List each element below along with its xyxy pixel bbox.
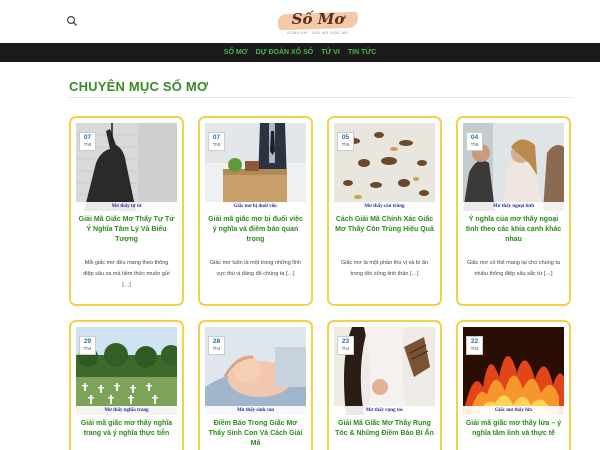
post-card[interactable]: 04 Th5 Mơ thấy ngoại tình Ý nghĩa của mơ…: [456, 116, 571, 306]
post-thumbnail[interactable]: 07 Th5 Mơ thấy tự tử: [76, 123, 177, 211]
post-card[interactable]: 28 Th4 Mơ thấy sinh con Điềm Báo Trong G…: [198, 320, 313, 450]
date-month: Th4: [470, 345, 479, 351]
date-month: Th5: [341, 141, 350, 147]
post-card[interactable]: 05 Th5 Mơ thấy côn trùng Cách Giải Mã Ch…: [327, 116, 442, 306]
site-logo[interactable]: Số Mơ SOMO.VN · GIẢI MÃ GIẤC MƠ: [276, 8, 360, 38]
date-month: Th5: [83, 141, 92, 147]
date-badge: 05 Th5: [337, 132, 354, 151]
image-caption: Giấc mơ thấy lửa: [463, 406, 564, 415]
date-month: Th4: [83, 345, 92, 351]
logo-tagline: SOMO.VN · GIẢI MÃ GIẤC MƠ: [287, 31, 349, 35]
date-day: 29: [83, 338, 92, 345]
date-badge: 07 Th5: [79, 132, 96, 151]
date-badge: 29 Th4: [79, 336, 96, 355]
post-thumbnail[interactable]: 05 Th5 Mơ thấy côn trùng: [334, 123, 435, 211]
post-title[interactable]: Giải mã giấc mơ thấy nghĩa trang và ý ng…: [77, 419, 176, 439]
logo-text: Số Mơ: [291, 10, 345, 28]
nav-item-du-doan-xo-so[interactable]: DỰ ĐOÁN XỔ SỐ: [256, 49, 314, 56]
nav-item-so-mo[interactable]: SỐ MƠ: [224, 49, 248, 56]
post-thumbnail[interactable]: 22 Th4 Giấc mơ thấy lửa: [463, 327, 564, 415]
date-day: 07: [212, 134, 221, 141]
date-badge: 28 Th4: [208, 336, 225, 355]
post-card[interactable]: 22 Th4 Giấc mơ thấy lửa Giải mã giấc mơ …: [456, 320, 571, 450]
post-title[interactable]: Ý nghĩa của mơ thấy ngoại tình theo các …: [464, 215, 563, 245]
date-day: 28: [212, 338, 221, 345]
post-card[interactable]: 29 Th4 Mơ thấy nghĩa trang Giải mã giấc …: [69, 320, 184, 450]
image-caption: Mơ thấy rụng tóc: [334, 406, 435, 415]
post-title[interactable]: Điềm Báo Trong Giấc Mơ Thấy Sinh Con Và …: [206, 419, 305, 449]
image-caption: Giấc mơ bị đuổi việc: [205, 202, 306, 211]
date-month: Th4: [341, 345, 350, 351]
nav-item-tu-vi[interactable]: TỬ VI: [321, 49, 340, 56]
date-badge: 04 Th5: [466, 132, 483, 151]
date-month: Th5: [212, 141, 221, 147]
nav-item-tin-tuc[interactable]: TIN TỨC: [348, 49, 376, 56]
post-card[interactable]: 07 Th5 Mơ thấy tự tử Giải Mã Giấc Mơ Thấ…: [69, 116, 184, 306]
search-icon[interactable]: [66, 15, 78, 27]
post-card[interactable]: 07 Th5 Giấc mơ bị đuổi việc Giải mã giấc…: [198, 116, 313, 306]
post-title[interactable]: Giải Mã Giấc Mơ Thấy Rụng Tóc & Những Đi…: [335, 419, 434, 439]
date-day: 23: [341, 338, 350, 345]
date-month: Th5: [470, 141, 479, 147]
post-thumbnail[interactable]: 29 Th4 Mơ thấy nghĩa trang: [76, 327, 177, 415]
title-divider: [69, 97, 572, 98]
image-caption: Mơ thấy tự tử: [76, 202, 177, 211]
post-title[interactable]: Giải mã giấc mơ thấy lửa – ý nghĩa tâm l…: [464, 419, 563, 439]
post-title[interactable]: Giải mã giấc mơ bị đuổi việc ý nghĩa và …: [206, 215, 305, 245]
date-day: 05: [341, 134, 350, 141]
post-thumbnail[interactable]: 23 Th4 Mơ thấy rụng tóc: [334, 327, 435, 415]
post-thumbnail[interactable]: 28 Th4 Mơ thấy sinh con: [205, 327, 306, 415]
page-title: CHUYÊN MỤC SỐ MƠ: [69, 79, 209, 94]
date-month: Th4: [212, 345, 221, 351]
post-thumbnail[interactable]: 07 Th5 Giấc mơ bị đuổi việc: [205, 123, 306, 211]
date-day: 07: [83, 134, 92, 141]
image-caption: Mơ thấy sinh con: [205, 406, 306, 415]
post-title[interactable]: Giải Mã Giấc Mơ Thấy Tự Tử Ý Nghĩa Tâm L…: [77, 215, 176, 245]
post-card[interactable]: 23 Th4 Mơ thấy rụng tóc Giải Mã Giấc Mơ …: [327, 320, 442, 450]
date-badge: 23 Th4: [337, 336, 354, 355]
post-thumbnail[interactable]: 04 Th5 Mơ thấy ngoại tình: [463, 123, 564, 211]
date-day: 22: [470, 338, 479, 345]
post-excerpt: Giấc mơ luôn là một trong những lĩnh vực…: [209, 260, 302, 277]
post-excerpt: Giấc mơ có thể mang lại cho chúng ta nhi…: [467, 260, 560, 277]
site-header: Số Mơ SOMO.VN · GIẢI MÃ GIẤC MƠ: [0, 0, 600, 43]
date-badge: 22 Th4: [466, 336, 483, 355]
post-title[interactable]: Cách Giải Mã Chính Xác Giấc Mơ Thấy Côn …: [335, 215, 434, 235]
date-badge: 07 Th5: [208, 132, 225, 151]
main-nav: SỐ MƠ DỰ ĐOÁN XỔ SỐ TỬ VI TIN TỨC: [0, 43, 600, 62]
post-excerpt: Mỗi giấc mơ đều mang theo thông điệp sâu…: [83, 260, 170, 288]
image-caption: Mơ thấy côn trùng: [334, 202, 435, 211]
date-day: 04: [470, 134, 479, 141]
image-caption: Mơ thấy ngoại tình: [463, 202, 564, 211]
image-caption: Mơ thấy nghĩa trang: [76, 406, 177, 415]
post-excerpt: Giấc mơ là một phần thú vị và bí ẩn tron…: [340, 260, 429, 277]
